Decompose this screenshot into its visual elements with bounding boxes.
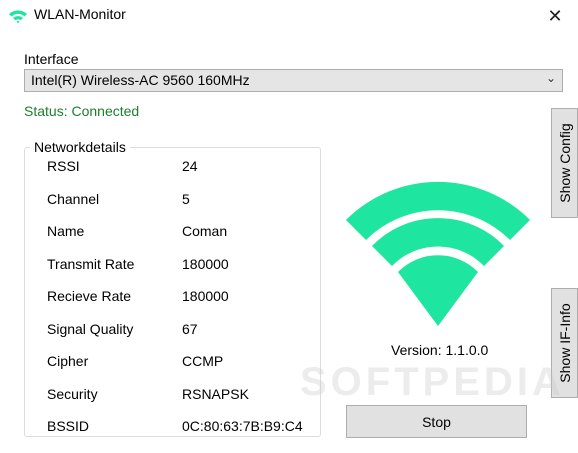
version-label: Version: 1.1.0.0 bbox=[391, 342, 489, 358]
detail-label-security: Security bbox=[47, 386, 98, 402]
detail-value-transmit-rate: 180000 bbox=[182, 256, 229, 272]
show-config-label: Show Config bbox=[556, 123, 573, 203]
chevron-down-icon: ⌄ bbox=[545, 71, 556, 85]
show-config-button[interactable]: Show Config bbox=[551, 108, 578, 218]
detail-label-channel: Channel bbox=[47, 191, 100, 207]
window-title: WLAN-Monitor bbox=[34, 6, 126, 22]
detail-label-cipher: Cipher bbox=[47, 353, 89, 369]
detail-label-receive-rate: Recieve Rate bbox=[47, 288, 132, 304]
detail-value-channel: 5 bbox=[182, 191, 190, 207]
detail-value-signal-quality: 67 bbox=[182, 321, 198, 337]
stop-button[interactable]: Stop bbox=[346, 405, 527, 438]
network-details-group: RSSI 24 Channel 5 Name Coman Transmit Ra… bbox=[24, 147, 321, 437]
interface-select[interactable]: Intel(R) Wireless-AC 9560 160MHz ⌄ bbox=[24, 69, 563, 92]
detail-label-signal-quality: Signal Quality bbox=[47, 321, 134, 337]
detail-value-rssi: 24 bbox=[182, 158, 198, 174]
detail-label-bssid: BSSID bbox=[47, 418, 90, 434]
detail-label-name: Name bbox=[47, 223, 85, 239]
close-icon: ✕ bbox=[547, 5, 563, 26]
detail-value-receive-rate: 180000 bbox=[182, 288, 229, 304]
detail-label-transmit-rate: Transmit Rate bbox=[47, 256, 135, 272]
connection-status: Status: Connected bbox=[24, 103, 140, 119]
wifi-app-icon bbox=[9, 10, 27, 24]
detail-value-bssid: 0C:80:63:7B:B9:C4 bbox=[182, 418, 303, 434]
wifi-icon bbox=[346, 181, 530, 326]
detail-label-rssi: RSSI bbox=[47, 158, 80, 174]
title-bar: WLAN-Monitor ✕ bbox=[0, 0, 578, 32]
watermark: SOFTPEDIA bbox=[300, 360, 565, 404]
interface-selected-value: Intel(R) Wireless-AC 9560 160MHz bbox=[31, 72, 250, 88]
stop-label: Stop bbox=[422, 413, 451, 430]
detail-value-cipher: CCMP bbox=[182, 353, 224, 369]
interface-label: Interface bbox=[24, 51, 79, 67]
network-details-legend: Networkdetails bbox=[30, 139, 130, 155]
detail-value-security: RSNAPSK bbox=[182, 386, 249, 402]
close-button[interactable]: ✕ bbox=[532, 0, 578, 32]
detail-value-name: Coman bbox=[182, 223, 228, 239]
